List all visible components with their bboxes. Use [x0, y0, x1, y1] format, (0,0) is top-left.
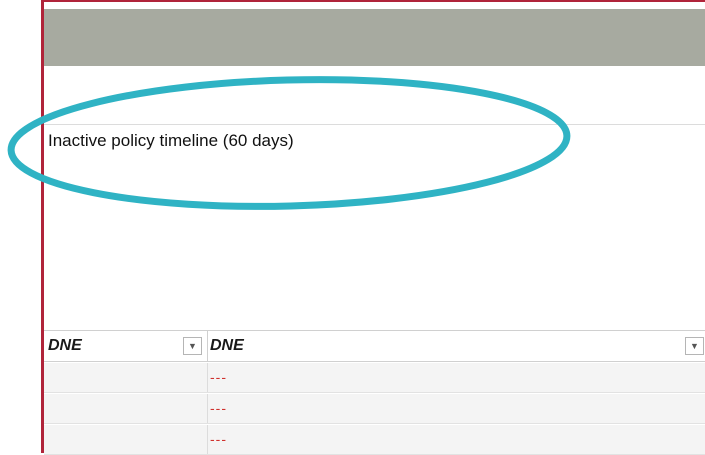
column-header-dne-2[interactable]: DNE	[210, 331, 244, 361]
filter-dropdown-button[interactable]: ▼	[685, 337, 704, 355]
row-divider	[207, 425, 208, 454]
filter-dropdown-button[interactable]: ▼	[183, 337, 202, 355]
column-header-dne-1[interactable]: DNE	[48, 331, 82, 361]
table-cell: ---	[210, 431, 227, 447]
table-row[interactable]: ---	[44, 363, 705, 393]
row-divider	[207, 363, 208, 392]
table-row[interactable]: ---	[44, 394, 705, 424]
table-cell: ---	[210, 400, 227, 416]
window-top-border	[41, 0, 705, 9]
chevron-down-icon: ▼	[188, 341, 197, 351]
sub-header-band	[44, 66, 705, 125]
table-header-row: DNE ▼ DNE ▼	[44, 330, 705, 362]
header-bar	[44, 9, 705, 66]
table-row[interactable]: ---	[44, 425, 705, 455]
panel-title: Inactive policy timeline (60 days)	[48, 131, 294, 150]
column-divider	[207, 331, 208, 361]
row-divider	[207, 394, 208, 423]
table-cell: ---	[210, 369, 227, 385]
chevron-down-icon: ▼	[690, 341, 699, 351]
